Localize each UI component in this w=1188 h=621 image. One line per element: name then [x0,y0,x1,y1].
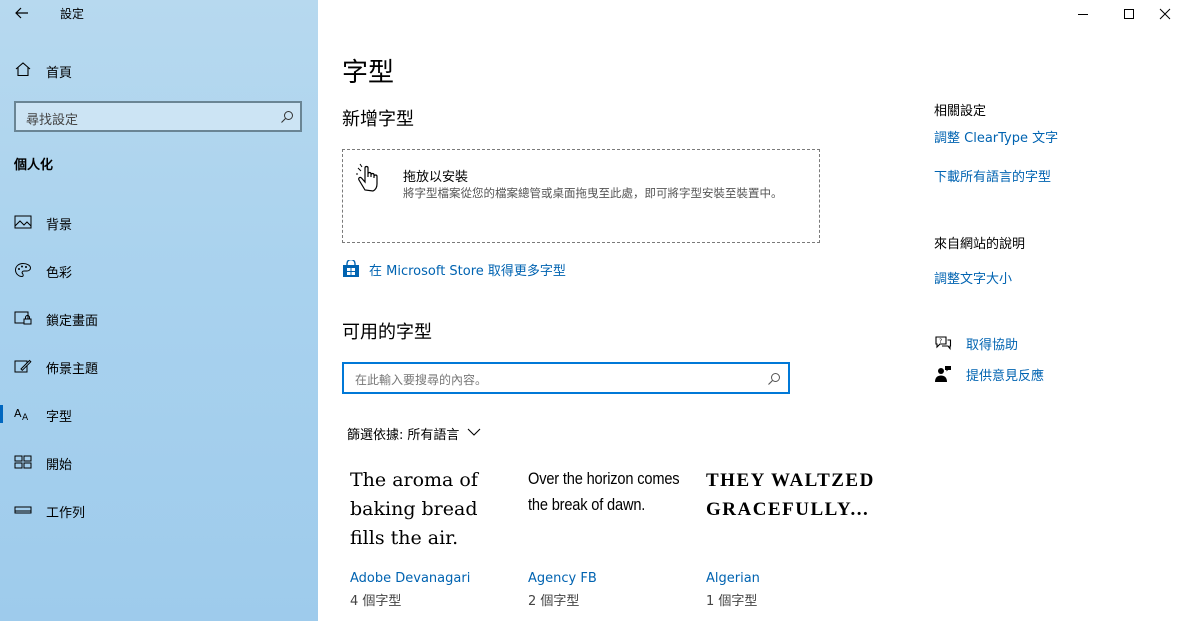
close-icon [1159,8,1171,20]
close-button[interactable] [1142,0,1188,28]
sidebar-item-start[interactable]: 開始 [0,442,318,482]
sidebar-item-label: 背景 [46,218,73,233]
add-fonts-heading: 新增字型 [342,109,414,130]
download-fonts-link[interactable]: 下載所有語言的字型 [934,166,1051,185]
font-search-placeholder: 在此輸入要搜尋的內容。 [355,373,488,387]
store-link-label: 在 Microsoft Store 取得更多字型 [369,263,566,279]
back-arrow-icon [15,7,28,19]
font-name: Adobe Devanagari [350,571,471,586]
back-button[interactable] [8,0,36,26]
maximize-icon [1124,9,1134,19]
font-count: 4 個字型 [350,594,402,609]
available-fonts-heading: 可用的字型 [342,322,432,343]
svg-text:?: ? [939,338,942,345]
font-card-adobe-devanagari[interactable]: The aroma of baking bread fills the air.… [350,466,510,609]
svg-text:A: A [14,407,22,420]
sidebar-item-background[interactable]: 背景 [0,202,318,242]
cleartype-link[interactable]: 調整 ClearType 文字 [934,127,1058,146]
font-sample: THEY WALTZED GRACEFULLY... [706,470,875,520]
sidebar-item-label: 開始 [46,458,73,473]
chevron-down-icon [467,426,481,441]
sidebar-item-lock-screen[interactable]: 鎖定畫面 [0,298,318,338]
store-link[interactable]: 在 Microsoft Store 取得更多字型 [342,258,566,280]
web-help-heading: 來自網站的說明 [934,237,1026,252]
chat-help-icon: ? [935,336,952,351]
sidebar-item-label: 佈景主題 [46,362,99,377]
dropzone-title: 拖放以安裝 [403,170,469,185]
font-card-algerian[interactable]: THEY WALTZED GRACEFULLY... Algerian 1 個字… [706,466,873,609]
font-count: 2 個字型 [528,594,580,609]
palette-icon [14,262,32,278]
feedback-link[interactable]: 提供意見反應 [934,364,1044,384]
minimize-button[interactable] [1060,0,1106,28]
sidebar-item-taskbar[interactable]: 工作列 [0,490,318,530]
sidebar-item-label: 字型 [46,410,73,425]
search-icon [280,109,294,128]
font-name: Algerian [706,571,760,586]
store-icon [343,260,359,277]
font-card-agency-fb[interactable]: Over the horizon comes the break of dawn… [528,466,688,609]
dropzone-description: 將字型檔案從您的檔案總管或桌面拖曳至此處，即可將字型安裝至裝置中。 [403,186,783,200]
get-help-link[interactable]: ? 取得協助 [934,333,1018,353]
home-icon [14,61,32,81]
svg-text:A: A [22,413,29,422]
sidebar-item-label: 鎖定畫面 [46,314,99,329]
lock-screen-icon [14,310,32,326]
font-name: Agency FB [528,571,597,586]
sidebar-item-fonts[interactable]: AA 字型 [0,394,318,434]
font-count: 1 個字型 [706,594,758,609]
settings-search-input[interactable]: 尋找設定 [14,101,302,132]
sidebar-item-colors[interactable]: 色彩 [0,250,318,290]
taskbar-icon [14,502,32,518]
font-dropzone[interactable]: 拖放以安裝 將字型檔案從您的檔案總管或桌面拖曳至此處，即可將字型安裝至裝置中。 [342,149,820,243]
language-filter[interactable]: 篩選依據: 所有語言 [347,424,481,443]
sidebar-item-home[interactable]: 首頁 [0,56,318,84]
sidebar-item-label: 工作列 [46,506,86,521]
sidebar-item-label: 色彩 [46,266,73,281]
picture-icon [14,214,32,230]
page-title: 字型 [342,58,395,88]
filter-value: 所有語言 [407,428,460,443]
brush-icon [14,358,32,374]
window-title: 設定 [60,7,85,21]
feedback-label: 提供意見反應 [966,368,1045,384]
text-size-link[interactable]: 調整文字大小 [934,268,1012,287]
feedback-icon [935,366,951,382]
sidebar-item-label: 首頁 [46,66,73,81]
font-search-input[interactable]: 在此輸入要搜尋的內容。 [342,362,790,394]
section-title: 個人化 [14,158,54,173]
search-icon [767,371,781,390]
font-icon: AA [14,406,32,423]
sidebar: 設定 首頁 尋找設定 個人化 背景 色彩 鎖定畫面 佈景主題 A A 字型 開始… [0,0,318,621]
search-placeholder: 尋找設定 [26,113,79,128]
font-sample: The aroma of baking bread fills the air. [350,469,478,549]
font-sample: Over the horizon comes the break of dawn… [528,469,680,514]
get-help-label: 取得協助 [966,337,1019,353]
drag-hand-icon [355,162,389,198]
start-icon [14,454,32,470]
minimize-icon [1078,14,1088,15]
sidebar-item-themes[interactable]: 佈景主題 [0,346,318,386]
filter-label: 篩選依據: [347,428,404,443]
related-settings-heading: 相關設定 [934,104,987,119]
